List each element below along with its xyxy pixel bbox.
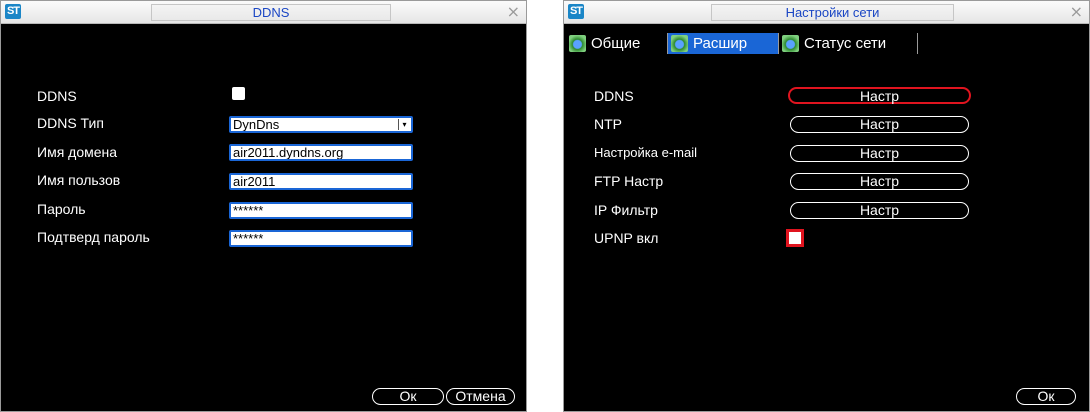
email-row-label: Настройка e-mail xyxy=(594,145,698,160)
ntp-setup-button[interactable]: Настр xyxy=(790,116,969,133)
ntp-row-label: NTP xyxy=(594,116,622,132)
ddns-type-select[interactable]: DynDns ▾ xyxy=(229,116,413,133)
ip-filter-setup-button[interactable]: Настр xyxy=(790,202,969,219)
upnp-checkbox[interactable] xyxy=(786,229,804,247)
app-logo-icon: ST xyxy=(5,4,21,19)
ddns-row-label: DDNS xyxy=(594,88,634,104)
password-input[interactable]: ****** xyxy=(229,202,413,219)
username-input[interactable]: air2011 xyxy=(229,173,413,190)
tab-advanced[interactable]: Расшир xyxy=(668,33,779,54)
domain-name-input[interactable]: air2011.dyndns.org xyxy=(229,144,413,161)
password-label: Пароль xyxy=(37,201,86,217)
tab-label: Расшир xyxy=(693,35,748,52)
ddns-dialog: ST DDNS × DDNS DDNS Тип DynDns ▾ Имя дом… xyxy=(0,0,527,412)
tab-bar: Общие Расшир Статус сети xyxy=(564,24,1089,64)
domain-name-label: Имя домена xyxy=(37,144,118,160)
close-icon[interactable]: × xyxy=(507,1,520,23)
window-title: DDNS xyxy=(151,4,391,21)
ftp-row-label: FTP Настр xyxy=(594,173,664,189)
ddns-enable-checkbox[interactable] xyxy=(232,87,245,100)
ddns-enable-label: DDNS xyxy=(37,88,77,104)
ddns-setup-button[interactable]: Настр xyxy=(788,87,971,104)
window-title: Настройки сети xyxy=(711,4,954,21)
ip-filter-row-label: IP Фильтр xyxy=(594,202,658,218)
network-icon xyxy=(569,35,586,52)
tab-label: Статус сети xyxy=(804,35,887,52)
email-setup-button[interactable]: Настр xyxy=(790,145,969,162)
dropdown-arrow-icon[interactable]: ▾ xyxy=(398,119,410,130)
ddns-type-value: DynDns xyxy=(233,117,280,132)
title-bar: ST Настройки сети × xyxy=(564,1,1089,24)
cancel-button[interactable]: Отмена xyxy=(446,388,515,405)
tab-network-status[interactable]: Статус сети xyxy=(779,33,918,54)
network-icon xyxy=(671,35,688,52)
title-bar: ST DDNS × xyxy=(1,1,526,24)
ftp-setup-button[interactable]: Настр xyxy=(790,173,969,190)
confirm-password-input[interactable]: ****** xyxy=(229,230,413,247)
network-settings-dialog: ST Настройки сети × Общие Расшир Статус … xyxy=(563,0,1090,412)
ok-button[interactable]: Ок xyxy=(1016,388,1076,405)
upnp-label: UPNP вкл xyxy=(594,230,659,246)
app-logo-icon: ST xyxy=(568,4,584,19)
username-label: Имя пользов xyxy=(37,172,121,188)
tab-label: Общие xyxy=(591,35,641,52)
tab-general[interactable]: Общие xyxy=(566,33,668,54)
close-icon[interactable]: × xyxy=(1070,1,1083,23)
ddns-type-label: DDNS Тип xyxy=(37,115,104,131)
network-icon xyxy=(782,35,799,52)
confirm-password-label: Подтверд пароль xyxy=(37,229,150,245)
ok-button[interactable]: Ок xyxy=(372,388,444,405)
